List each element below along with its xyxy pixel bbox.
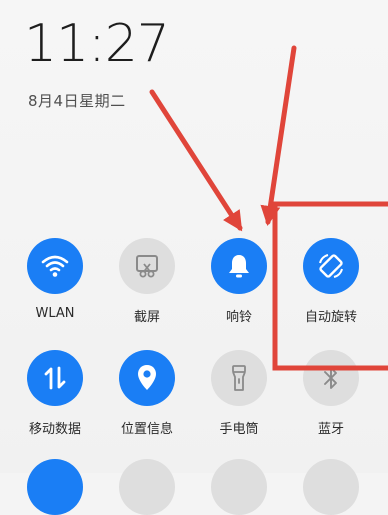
partial-toggle-3[interactable] [211,459,267,515]
auto-rotate-label: 自动旋转 [304,310,357,325]
ringer-toggle[interactable] [211,238,267,294]
mobile-data-label: 移动数据 [28,422,81,437]
mobile-data-tile[interactable]: 移动数据 [15,350,95,437]
location-toggle[interactable] [119,350,175,406]
screenshot-icon [136,255,158,278]
clock-date: 8月4日星期二 [28,92,126,110]
auto-rotate-icon [319,254,343,278]
clock-time: 11:27 [24,14,170,74]
ringer-tile[interactable]: 响铃 [199,238,279,325]
wlan-toggle[interactable] [27,238,83,294]
screenshot-tile[interactable]: 截屏 [107,238,187,325]
partial-toggle-1[interactable] [27,459,83,515]
flashlight-toggle[interactable] [211,350,267,406]
partial-toggle-2[interactable] [119,459,175,515]
location-label: 位置信息 [120,422,173,437]
bluetooth-label: 蓝牙 [317,422,344,437]
mobile-data-icon [44,366,66,390]
bluetooth-icon [324,367,337,389]
location-icon [138,365,156,390]
auto-rotate-tile[interactable]: 自动旋转 [291,238,371,325]
screenshot-label: 截屏 [133,310,160,325]
wlan-tile[interactable]: WLAN [15,238,95,321]
screenshot-toggle[interactable] [119,238,175,294]
partial-tile-3[interactable] [199,459,279,515]
partial-tile-1[interactable] [15,459,95,515]
mobile-data-toggle[interactable] [27,350,83,406]
bluetooth-tile[interactable]: 蓝牙 [291,350,371,437]
bell-icon [229,255,249,278]
ringer-label: 响铃 [225,310,252,325]
flashlight-icon [232,365,246,391]
auto-rotate-toggle[interactable] [303,238,359,294]
partial-tile-2[interactable] [107,459,187,515]
flashlight-label: 手电筒 [219,422,259,437]
wlan-label: WLAN [35,306,75,321]
location-tile[interactable]: 位置信息 [107,350,187,437]
flashlight-tile[interactable]: 手电筒 [199,350,279,437]
bluetooth-toggle[interactable] [303,350,359,406]
partial-tile-4[interactable] [291,459,371,515]
wifi-icon [41,255,69,277]
partial-toggle-4[interactable] [303,459,359,515]
